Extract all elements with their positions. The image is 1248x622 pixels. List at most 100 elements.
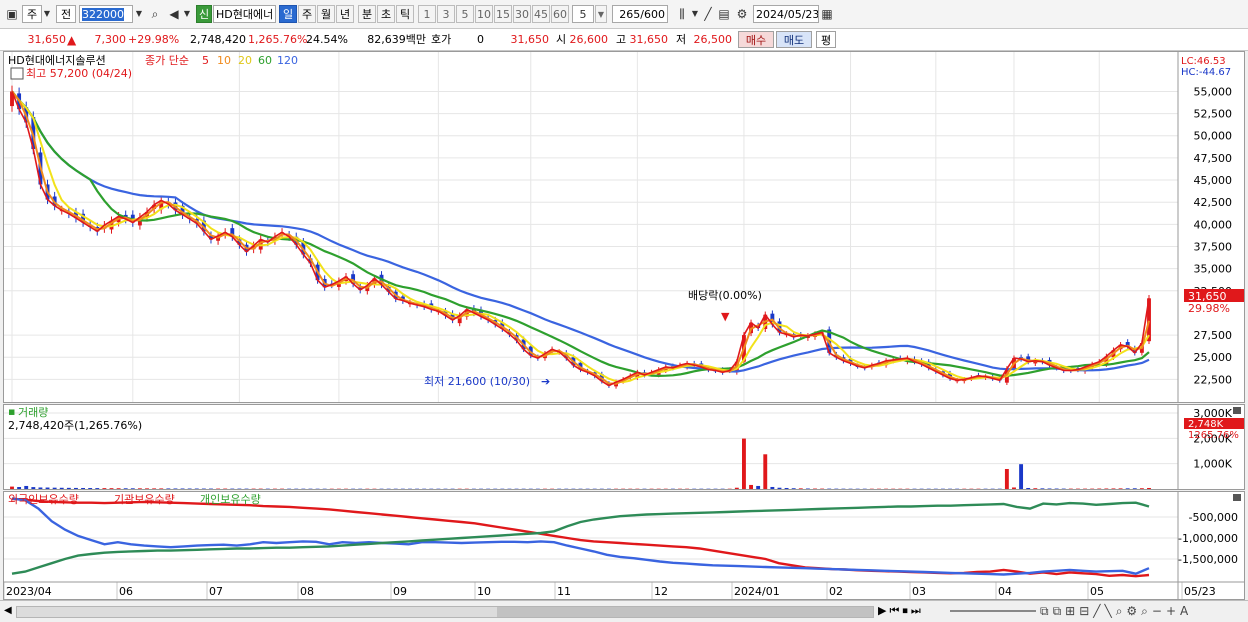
chart-type-select[interactable]: 주: [22, 5, 42, 23]
buy-button[interactable]: 매수: [738, 31, 774, 48]
volume-bar: [81, 488, 85, 489]
tool-icons[interactable]: ⧉⧉⊞⊟╱╲⌕⚙⌕−+A: [1040, 603, 1192, 619]
minute-select-value: 5: [580, 8, 587, 21]
chevron-down-icon[interactable]: ▼: [42, 5, 52, 23]
volume-bar: [88, 488, 92, 489]
playback-controls[interactable]: ▶⏮⏹⏭: [878, 604, 924, 618]
minute-1-button[interactable]: 1: [418, 5, 436, 23]
annot-dividend: 배당락(0.00%): [688, 289, 762, 302]
volume-bar: [735, 488, 739, 489]
candle-icon[interactable]: ⫼: [674, 5, 690, 23]
holdings-tick-label: -1,500,000: [1178, 553, 1238, 566]
gear-icon[interactable]: ⚙: [734, 5, 750, 23]
volume-chart[interactable]: 3,000K2,000K1,000K ▪ 거래량 2,748,420주(1,26…: [4, 405, 1244, 489]
volume-bar: [785, 488, 789, 489]
minute-1-label: 1: [424, 8, 431, 21]
minute-3-button[interactable]: 3: [437, 5, 455, 23]
tab-day[interactable]: 일: [279, 5, 297, 23]
holdings-chart[interactable]: -500,000-1,000,000-1,500,000 2023/040607…: [4, 492, 1244, 599]
tab-minute[interactable]: 분: [358, 5, 376, 23]
volume-bar: [1112, 488, 1116, 489]
x-axis-label: 2024/01: [734, 585, 780, 598]
volume-bar: [95, 488, 99, 489]
volume-bar: [102, 488, 106, 489]
open-label: 시: [556, 32, 566, 48]
speaker-icon[interactable]: ◀: [166, 5, 182, 23]
count-input[interactable]: 265/600: [612, 5, 668, 23]
save-icon[interactable]: ▤: [716, 5, 732, 23]
scroll-thumb[interactable]: [497, 607, 873, 617]
price-tick-label: 25,000: [1194, 351, 1233, 364]
tab-year[interactable]: 년: [336, 5, 354, 23]
search-icon[interactable]: ⌕: [147, 5, 163, 23]
volume-last-label: 2,748K: [1188, 419, 1224, 430]
candle-dropdown-icon[interactable]: ▼: [690, 5, 700, 23]
stock-name-label: HD현대에너: [216, 8, 273, 21]
volume-bar: [174, 488, 178, 489]
holdings-lines: [12, 499, 1149, 577]
minute-45-button[interactable]: 45: [532, 5, 550, 23]
volume-marker-icon: ▪: [8, 405, 15, 418]
scroll-track[interactable]: [16, 606, 874, 618]
minute-30-button[interactable]: 30: [513, 5, 531, 23]
holdings-close-icon[interactable]: [1233, 494, 1241, 501]
hc-label: HC:-44.67: [1181, 67, 1231, 78]
volume-close-icon[interactable]: [1233, 407, 1241, 414]
minute-60-button[interactable]: 60: [551, 5, 569, 23]
volume-bar: [749, 485, 753, 489]
price-tick-label: 55,000: [1194, 85, 1233, 98]
quote-change: 7,300: [86, 32, 126, 48]
prev-button[interactable]: 전: [56, 5, 76, 23]
eval-button[interactable]: 평: [816, 31, 836, 48]
hoga-value: 0: [470, 32, 484, 48]
code-input[interactable]: 322000: [79, 5, 133, 23]
calendar-icon[interactable]: ▦: [819, 5, 835, 23]
scroll-left-icon[interactable]: ◀: [4, 604, 14, 618]
minute-15-button[interactable]: 15: [494, 5, 512, 23]
minute-select-chevron-icon[interactable]: ▼: [595, 5, 607, 23]
calendar-small-icon[interactable]: [11, 68, 23, 79]
tab-month[interactable]: 월: [317, 5, 335, 23]
x-axis-label: 05/23: [1184, 585, 1216, 598]
volume-bar: [1026, 488, 1030, 489]
minute-60-label: 60: [553, 8, 567, 21]
ma10-legend: 10: [217, 54, 231, 67]
chart-icon[interactable]: ▣: [4, 5, 20, 23]
tab-tick[interactable]: 틱: [396, 5, 414, 23]
volume-bar: [17, 487, 21, 489]
stock-name: HD현대에너: [213, 5, 276, 23]
tab-week[interactable]: 주: [298, 5, 316, 23]
low-arrow-icon: ➔: [541, 375, 550, 388]
date-input[interactable]: 2024/05/23: [753, 5, 819, 23]
minute-10-button[interactable]: 10: [475, 5, 493, 23]
x-axis-label: 07: [209, 585, 223, 598]
tab-second[interactable]: 초: [377, 5, 395, 23]
minute-10-label: 10: [477, 8, 491, 21]
ma120-legend: 120: [277, 54, 298, 67]
code-dropdown-icon[interactable]: ▼: [133, 5, 145, 23]
volume-bar: [38, 487, 42, 489]
last-pct-label: 29.98%: [1188, 302, 1230, 315]
sell-button[interactable]: 매도: [776, 31, 812, 48]
price-tick-label: 40,000: [1194, 218, 1233, 231]
minute-3-label: 3: [443, 8, 450, 21]
draw-tool-icon[interactable]: ╱: [700, 5, 716, 23]
quote-volume: 2,748,420: [188, 32, 246, 48]
date-value: 2024/05/23: [756, 8, 819, 21]
volume-bar: [181, 488, 185, 489]
zoom-slider[interactable]: [950, 610, 1036, 612]
holdings-tick-label: -1,000,000: [1178, 532, 1238, 545]
price-chart[interactable]: 55,00052,50050,00047,50045,00042,50040,0…: [4, 52, 1244, 402]
price-tick-label: 22,500: [1194, 373, 1233, 386]
x-axis-label: 10: [477, 585, 491, 598]
prev-label: 전: [61, 8, 71, 21]
volume-bar: [145, 488, 149, 489]
volume-bar: [1012, 487, 1016, 489]
volume-bar: [46, 488, 50, 489]
minute-5-button[interactable]: 5: [456, 5, 474, 23]
minute-select[interactable]: 5: [572, 5, 594, 23]
speaker-dropdown-icon[interactable]: ▼: [182, 5, 192, 23]
price-tick-label: 47,500: [1194, 152, 1233, 165]
x-axis-label: 02: [829, 585, 843, 598]
x-axis-label: 03: [912, 585, 926, 598]
